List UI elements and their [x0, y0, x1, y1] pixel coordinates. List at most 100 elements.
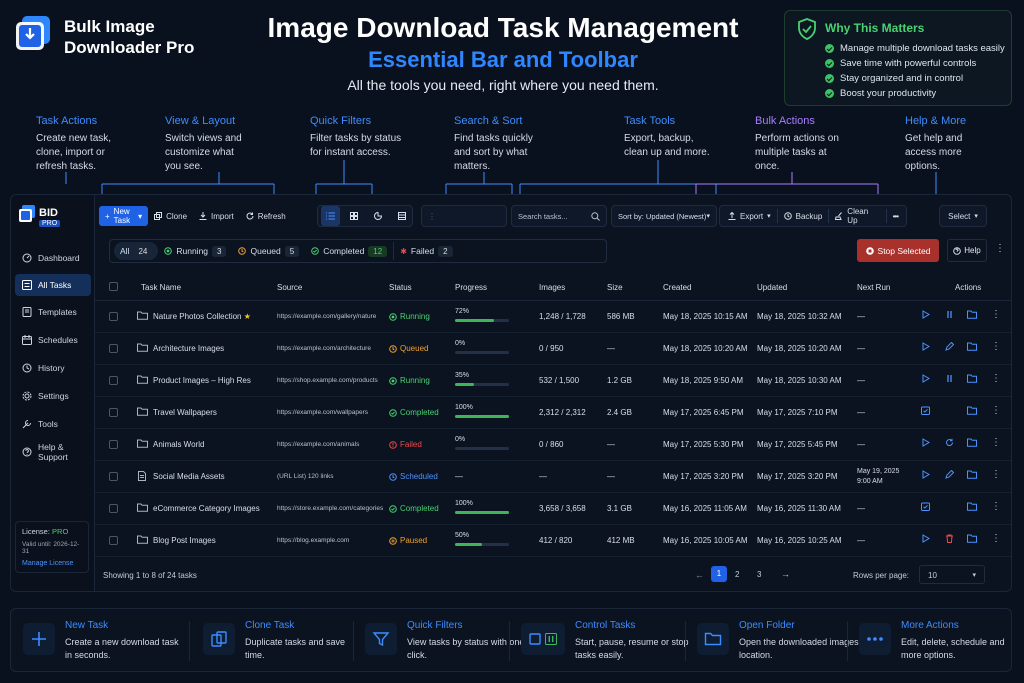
sidebar-item-all-tasks[interactable]: All Tasks	[15, 274, 91, 296]
task-name[interactable]: Architecture Images	[153, 344, 224, 353]
filter-all[interactable]: All 24	[114, 242, 159, 260]
table-row[interactable]: Blog Post Images https://blog.example.co…	[95, 525, 1011, 557]
stop-selected-button[interactable]: Stop Selected	[857, 239, 939, 262]
more-options-button[interactable]: •••	[887, 206, 904, 226]
row-checkbox[interactable]	[109, 440, 118, 449]
folder-icon[interactable]	[967, 310, 977, 319]
pause-icon[interactable]	[945, 374, 954, 383]
table-row[interactable]: Animals World https://example.com/animal…	[95, 429, 1011, 461]
row-kebab-icon[interactable]: ⋮	[991, 437, 1001, 448]
filter-queued[interactable]: Queued 5	[232, 242, 305, 260]
filter-completed[interactable]: Completed 12	[305, 242, 393, 260]
list-view-button[interactable]	[321, 206, 340, 226]
cleanup-button[interactable]: Clean Up	[829, 206, 885, 226]
task-name[interactable]: Animals World	[153, 440, 204, 449]
col-size[interactable]: Size	[607, 283, 623, 292]
col-created[interactable]: Created	[663, 283, 691, 292]
sidebar-item-history[interactable]: History	[15, 357, 91, 379]
row-checkbox[interactable]	[109, 312, 118, 321]
folder-icon[interactable]	[967, 374, 977, 383]
search-input[interactable]: Search tasks...	[511, 205, 607, 227]
select-all-checkbox[interactable]	[109, 282, 118, 291]
row-checkbox[interactable]	[109, 376, 118, 385]
col-status[interactable]: Status	[389, 283, 412, 292]
row-checkbox[interactable]	[109, 472, 118, 481]
row-checkbox[interactable]	[109, 504, 118, 513]
table-row[interactable]: Architecture Images https://example.com/…	[95, 333, 1011, 365]
folder-icon[interactable]	[967, 438, 977, 447]
page-2[interactable]: 2	[735, 570, 739, 579]
edit-icon[interactable]	[945, 470, 954, 479]
refresh-button[interactable]: Refresh	[240, 206, 292, 226]
manage-license-link[interactable]: Manage License	[22, 560, 82, 567]
task-name[interactable]: Nature Photos Collection ★	[153, 312, 251, 321]
sidebar-item-schedules[interactable]: Schedules	[15, 329, 91, 351]
task-name[interactable]: Product Images – High Res	[153, 376, 251, 385]
col-images[interactable]: Images	[539, 283, 565, 292]
filter-failed[interactable]: ✱ Failed 2	[393, 242, 458, 260]
col-progress[interactable]: Progress	[455, 283, 487, 292]
page-1[interactable]: 1	[711, 566, 727, 582]
play-icon[interactable]	[921, 470, 930, 479]
play-icon[interactable]	[921, 438, 930, 447]
row-kebab-icon[interactable]: ⋮	[991, 469, 1001, 480]
folder-icon[interactable]	[967, 406, 977, 415]
row-checkbox[interactable]	[109, 408, 118, 417]
help-button[interactable]: Help	[947, 239, 987, 262]
play-icon[interactable]	[921, 534, 930, 543]
clone-button[interactable]: Clone	[148, 206, 193, 226]
col-source[interactable]: Source	[277, 283, 302, 292]
report-check-icon[interactable]	[921, 406, 930, 415]
task-name[interactable]: Travel Wallpapers	[153, 408, 217, 417]
row-checkbox[interactable]	[109, 344, 118, 353]
table-row[interactable]: Nature Photos Collection ★ https://examp…	[95, 301, 1011, 333]
play-icon[interactable]	[921, 342, 930, 351]
chart-view-button[interactable]	[368, 206, 388, 226]
backup-button[interactable]: Backup	[778, 206, 829, 226]
folder-icon[interactable]	[967, 470, 977, 479]
task-name[interactable]: Social Media Assets	[153, 472, 225, 481]
play-icon[interactable]	[921, 310, 930, 319]
export-button[interactable]: Export ▾	[722, 206, 777, 226]
view-options-box[interactable]: ⋮	[421, 205, 507, 227]
folder-icon[interactable]	[967, 342, 977, 351]
row-kebab-icon[interactable]: ⋮	[991, 341, 1001, 352]
sidebar-item-tools[interactable]: Tools	[15, 413, 91, 435]
row-kebab-icon[interactable]: ⋮	[991, 405, 1001, 416]
table-row[interactable]: Travel Wallpapers https://example.com/wa…	[95, 397, 1011, 429]
table-view-button[interactable]	[392, 206, 412, 226]
task-name[interactable]: eCommerce Category Images	[153, 504, 260, 513]
sidebar-item-dashboard[interactable]: Dashboard	[15, 247, 91, 269]
next-page-arrow[interactable]: →	[781, 569, 790, 579]
grid-view-button[interactable]	[344, 206, 364, 226]
rows-per-page-select[interactable]: 10 ▾	[919, 565, 985, 584]
trash-icon[interactable]	[945, 534, 954, 543]
select-dropdown[interactable]: Select ▾	[939, 205, 987, 227]
pause-icon[interactable]	[945, 310, 954, 319]
sort-dropdown[interactable]: Sort by: Updated (Newest) ▾	[611, 205, 717, 227]
col-updated[interactable]: Updated	[757, 283, 787, 292]
page-3[interactable]: 3	[757, 570, 761, 579]
table-row[interactable]: Product Images – High Res https://shop.e…	[95, 365, 1011, 397]
row-kebab-icon[interactable]: ⋮	[991, 501, 1001, 512]
table-row[interactable]: eCommerce Category Images https://store.…	[95, 493, 1011, 525]
col-next-run[interactable]: Next Run	[857, 283, 890, 292]
sidebar-item-templates[interactable]: Templates	[15, 301, 91, 323]
folder-icon[interactable]	[967, 502, 977, 511]
new-task-button[interactable]: + New Task ▾	[99, 206, 149, 226]
row-checkbox[interactable]	[109, 536, 118, 545]
filter-running[interactable]: Running 3	[158, 242, 232, 260]
col-task-name[interactable]: Task Name	[141, 283, 181, 292]
task-name[interactable]: Blog Post Images	[153, 536, 216, 545]
folder-icon[interactable]	[967, 534, 977, 543]
import-button[interactable]: Import	[193, 206, 240, 226]
row-kebab-icon[interactable]: ⋮	[991, 533, 1001, 544]
play-icon[interactable]	[921, 374, 930, 383]
report-check-icon[interactable]	[921, 502, 930, 511]
row-kebab-icon[interactable]: ⋮	[991, 309, 1001, 320]
table-row[interactable]: Social Media Assets (URL List) 120 links…	[95, 461, 1011, 493]
sidebar-item-help-support[interactable]: Help & Support	[15, 441, 91, 463]
prev-page-arrow[interactable]: ←	[695, 570, 704, 580]
sidebar-item-settings[interactable]: Settings	[15, 385, 91, 407]
edit-icon[interactable]	[945, 342, 954, 351]
